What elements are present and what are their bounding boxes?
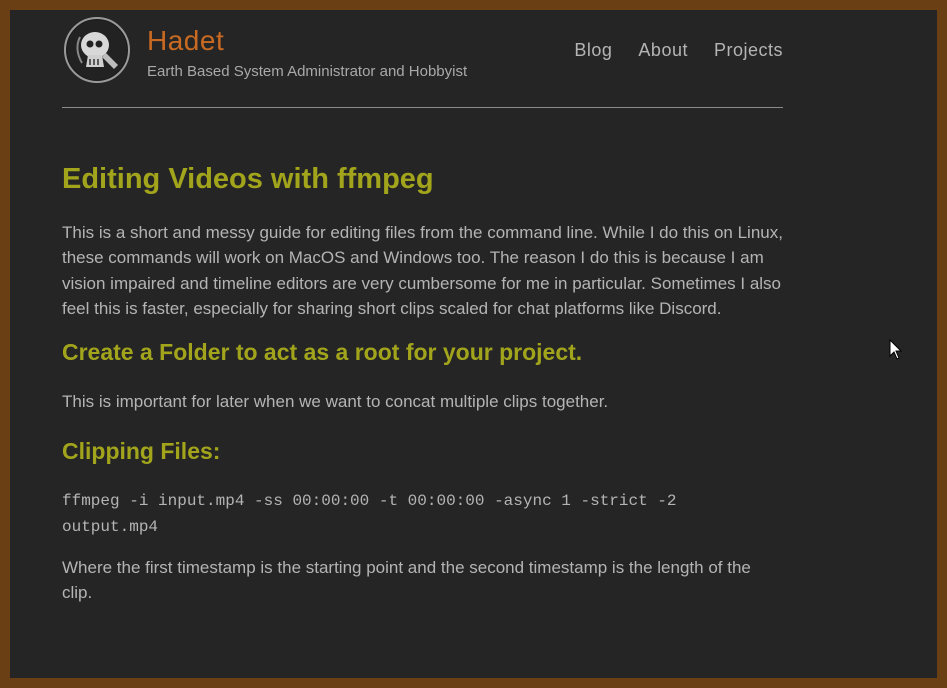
mouse-cursor-icon <box>889 339 903 360</box>
code-block: ffmpeg -i input.mp4 -ss 00:00:00 -t 00:0… <box>62 492 677 536</box>
nav-link-about[interactable]: About <box>638 40 688 61</box>
section-heading-folder: Create a Folder to act as a root for you… <box>62 339 583 366</box>
site-title[interactable]: Hadet <box>147 25 224 57</box>
nav-link-projects[interactable]: Projects <box>714 40 783 61</box>
post-content: Editing Videos with ffmpeg This is a sho… <box>62 163 784 605</box>
section-text-clipping: Where the first timestamp is the startin… <box>62 558 751 603</box>
skull-avatar-icon[interactable] <box>64 17 130 83</box>
section-heading-clipping: Clipping Files: <box>62 438 221 465</box>
section-text-folder: This is important for later when we want… <box>62 392 609 412</box>
site-header: Hadet Earth Based System Administrator a… <box>62 16 783 108</box>
main-nav: Blog About Projects <box>574 40 783 61</box>
page-frame: Hadet Earth Based System Administrator a… <box>10 10 937 678</box>
post-intro: This is a short and messy guide for edit… <box>62 223 783 318</box>
post-title: Editing Videos with ffmpeg <box>62 163 434 195</box>
site-subtitle: Earth Based System Administrator and Hob… <box>147 63 468 80</box>
nav-link-blog[interactable]: Blog <box>574 40 612 61</box>
